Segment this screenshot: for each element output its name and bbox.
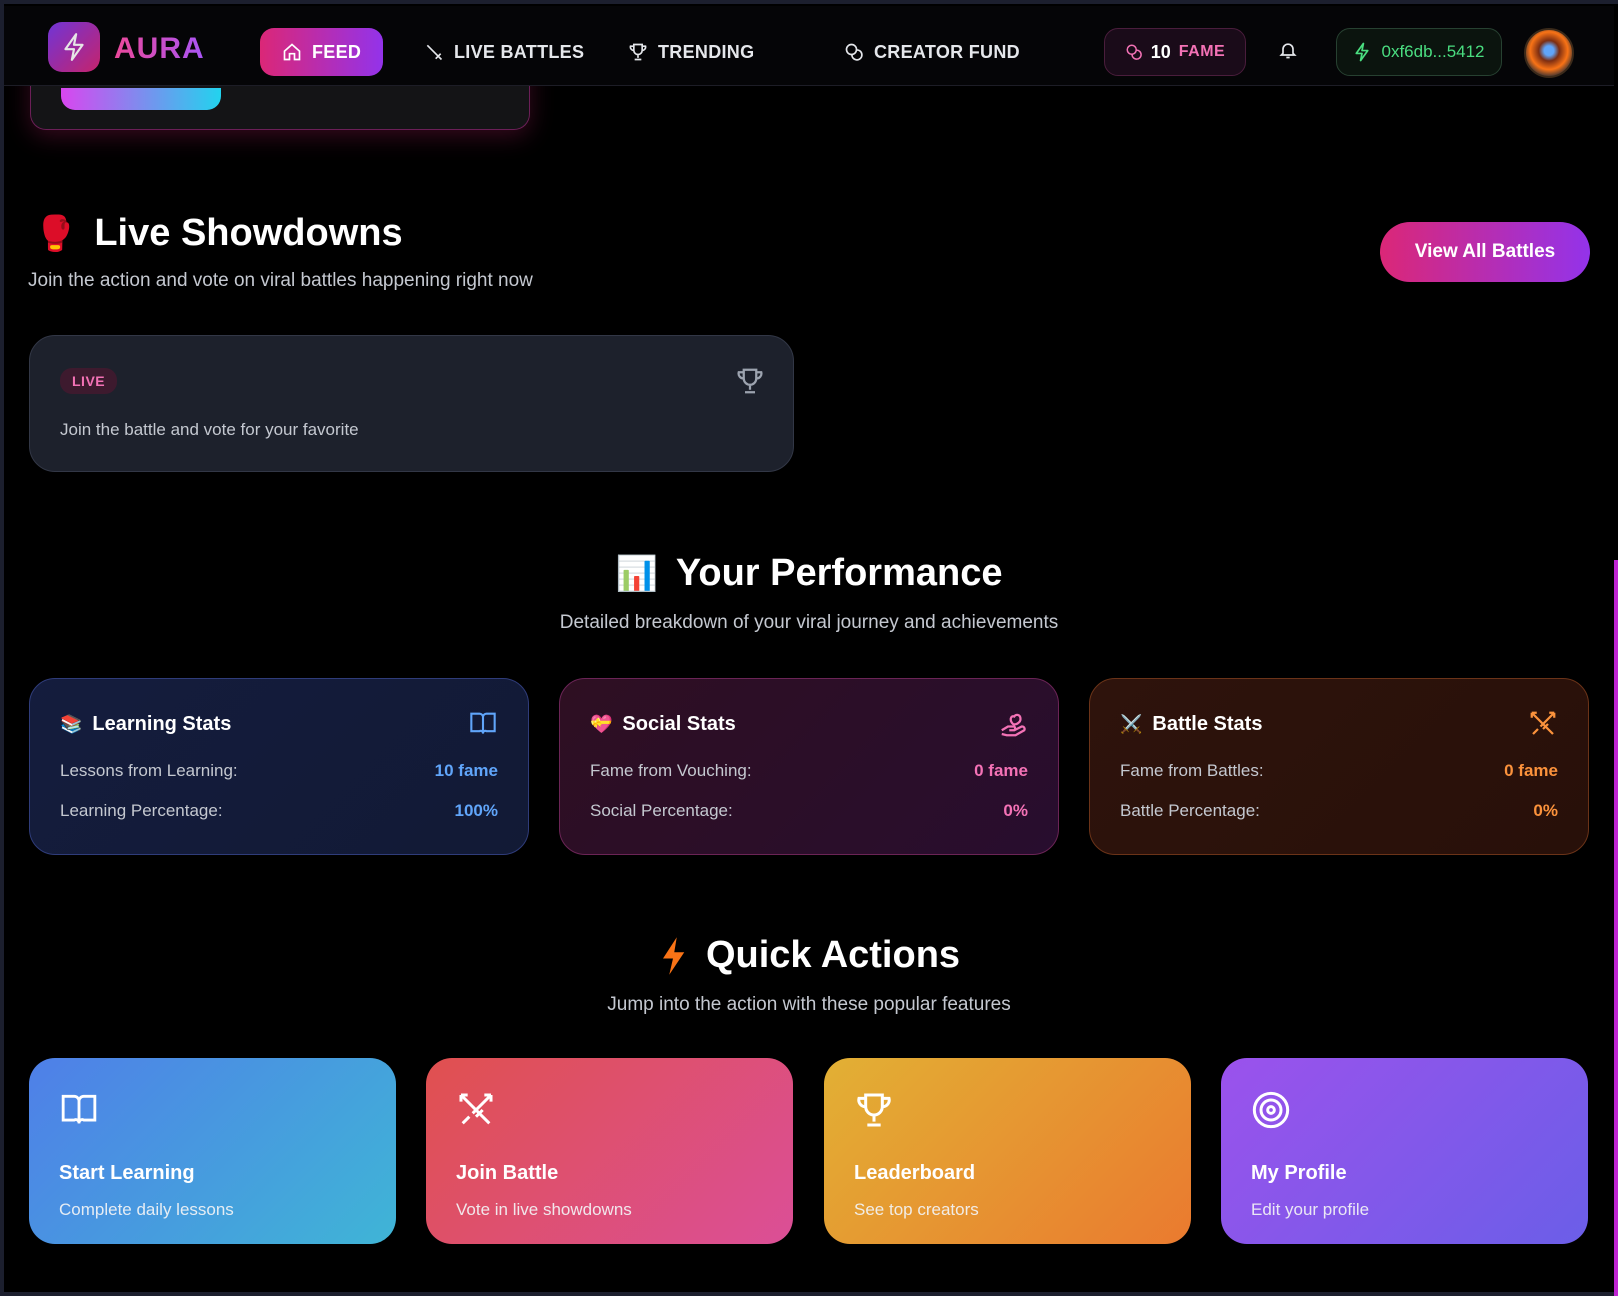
logo-icon[interactable] xyxy=(48,22,100,72)
qa-title: Start Learning xyxy=(59,1162,195,1184)
brand-name[interactable]: AURA xyxy=(114,32,205,66)
live-showdowns-title: 🥊 Live Showdowns xyxy=(34,212,403,255)
fame-count: 10 xyxy=(1150,41,1171,62)
performance-subtitle: Detailed breakdown of your viral journey… xyxy=(559,612,1059,633)
stat-label: Social Percentage: xyxy=(590,801,733,820)
view-all-battles-button[interactable]: View All Battles xyxy=(1380,222,1590,282)
home-icon xyxy=(283,43,301,61)
stat-label: Fame from Battles: xyxy=(1120,761,1264,780)
stat-value: 0% xyxy=(1533,801,1558,820)
join-battle-card[interactable]: Join Battle Vote in live showdowns xyxy=(426,1058,793,1244)
stat-label: Fame from Vouching: xyxy=(590,761,752,780)
stat-value: 100% xyxy=(454,801,498,820)
quick-actions-heading: Quick Actions xyxy=(705,934,961,976)
battle-stats-title: Battle Stats xyxy=(1152,713,1263,735)
qa-title: Leaderboard xyxy=(854,1162,976,1184)
battle-description: Join the battle and vote for your favori… xyxy=(60,420,359,439)
my-profile-card[interactable]: My Profile Edit your profile xyxy=(1221,1058,1588,1244)
top-nav: AURA FEED LIVE BATTLES TRENDING CREATOR … xyxy=(4,6,1614,86)
boxing-glove-icon: 🥊 xyxy=(34,214,77,253)
live-showdowns-subtitle: Join the action and vote on viral battle… xyxy=(28,270,533,291)
target-icon xyxy=(1251,1090,1291,1135)
crossed-swords-emoji: ⚔️ xyxy=(1120,714,1143,734)
nav-creator-fund[interactable]: CREATOR FUND xyxy=(844,28,1020,76)
heart-hand-icon xyxy=(998,709,1028,744)
lightning-icon xyxy=(1355,42,1370,62)
nav-live-battles-label: LIVE BATTLES xyxy=(454,41,585,62)
stat-value: 10 fame xyxy=(434,761,498,780)
stat-row: Learning Percentage: 100% xyxy=(60,801,498,821)
avatar[interactable] xyxy=(1524,28,1574,78)
social-stats-title: Social Stats xyxy=(622,713,736,735)
wallet-button[interactable]: 0xf6db...5412 xyxy=(1336,28,1502,76)
partial-card-button[interactable] xyxy=(61,88,221,110)
nav-feed[interactable]: FEED xyxy=(260,28,384,76)
nav-feed-label: FEED xyxy=(312,41,362,62)
coins-icon xyxy=(845,43,863,61)
qa-subtitle: Complete daily lessons xyxy=(59,1200,234,1219)
bell-icon[interactable] xyxy=(1278,40,1298,65)
crossed-swords-icon xyxy=(1528,709,1558,744)
lightning-icon xyxy=(662,936,685,975)
wallet-address: 0xf6db...5412 xyxy=(1381,42,1485,61)
stat-row: Fame from Battles: 0 fame xyxy=(1120,761,1558,781)
stat-row: Battle Percentage: 0% xyxy=(1120,801,1558,821)
qa-subtitle: Vote in live showdowns xyxy=(456,1200,632,1219)
nav-creator-fund-label: CREATOR FUND xyxy=(874,41,1020,62)
stat-value: 0 fame xyxy=(974,761,1028,780)
social-stats-card: 💝 Social Stats Fame from Vouching: 0 fam… xyxy=(559,678,1059,855)
live-badge: LIVE xyxy=(60,368,118,394)
stat-label: Lessons from Learning: xyxy=(60,761,238,780)
stat-row: Social Percentage: 0% xyxy=(590,801,1028,821)
live-showdowns-heading: Live Showdowns xyxy=(94,212,403,254)
quick-actions-subtitle: Jump into the action with these popular … xyxy=(607,994,1011,1015)
qa-subtitle: See top creators xyxy=(854,1200,979,1219)
qa-title: Join Battle xyxy=(456,1162,559,1184)
learning-stats-title: Learning Stats xyxy=(92,713,232,735)
fame-balance[interactable]: 10 FAME xyxy=(1104,28,1246,76)
trophy-icon xyxy=(735,366,765,401)
book-icon xyxy=(59,1090,99,1133)
stat-value: 0 fame xyxy=(1504,761,1558,780)
crossed-swords-icon xyxy=(456,1090,496,1135)
performance-title: 📊 Your Performance xyxy=(0,552,1618,595)
stat-label: Battle Percentage: xyxy=(1120,801,1260,820)
trophy-icon xyxy=(629,43,647,61)
nav-live-battles[interactable]: LIVE BATTLES xyxy=(424,28,584,76)
start-learning-card[interactable]: Start Learning Complete daily lessons xyxy=(29,1058,396,1244)
stat-label: Learning Percentage: xyxy=(60,801,223,820)
battle-stats-card: ⚔️ Battle Stats Fame from Battles: 0 fam… xyxy=(1089,678,1589,855)
fame-unit: FAME xyxy=(1178,43,1226,60)
stat-value: 0% xyxy=(1003,801,1028,820)
scrollbar[interactable] xyxy=(1614,560,1618,1296)
trophy-icon xyxy=(854,1090,894,1135)
sword-icon xyxy=(426,44,443,61)
leaderboard-card[interactable]: Leaderboard See top creators xyxy=(824,1058,1191,1244)
performance-heading: Your Performance xyxy=(675,552,1003,594)
heart-gift-icon: 💝 xyxy=(590,714,613,734)
book-icon xyxy=(468,709,498,742)
qa-subtitle: Edit your profile xyxy=(1251,1200,1370,1219)
quick-actions-title: Quick Actions xyxy=(0,934,1618,977)
nav-trending[interactable]: TRENDING xyxy=(628,28,754,76)
bar-chart-icon: 📊 xyxy=(615,554,658,593)
learning-stats-card: 📚 Learning Stats Lessons from Learning: … xyxy=(29,678,529,855)
coins-icon xyxy=(1126,44,1142,60)
stat-row: Lessons from Learning: 10 fame xyxy=(60,761,498,781)
nav-trending-label: TRENDING xyxy=(658,41,755,62)
qa-title: My Profile xyxy=(1251,1162,1347,1184)
books-icon: 📚 xyxy=(60,714,83,734)
battle-card[interactable]: LIVE Join the battle and vote for your f… xyxy=(29,335,794,472)
stat-row: Fame from Vouching: 0 fame xyxy=(590,761,1028,781)
